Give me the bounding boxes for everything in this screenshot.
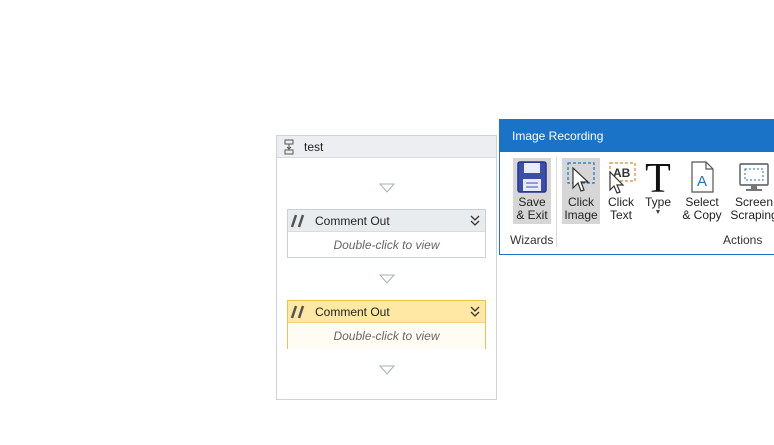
select-copy-icon: A (688, 158, 716, 196)
group-label-wizards: Wizards (510, 233, 554, 247)
click-text-button[interactable]: AB Click Text (603, 158, 639, 224)
floppy-disk-icon (516, 158, 548, 196)
click-image-button[interactable]: Click Image (562, 158, 600, 224)
drop-point-arrow-icon[interactable] (379, 274, 395, 284)
activity-header[interactable]: Comment Out (288, 301, 485, 323)
dropdown-arrow-icon[interactable]: ▼ (655, 209, 662, 217)
click-text-icon: AB (605, 158, 637, 196)
activity-title: Comment Out (315, 213, 390, 228)
click-image-icon (565, 158, 597, 196)
comment-out-icon (290, 304, 310, 320)
sequence-container[interactable]: test Comment Out Double-click to view Co… (276, 135, 497, 400)
drop-point-arrow-icon[interactable] (379, 365, 395, 375)
collapse-chevron-icon[interactable] (469, 304, 481, 318)
sequence-header[interactable]: test (277, 136, 496, 158)
image-recording-ribbon: Image Recording Save & Exit Click Image (499, 119, 774, 255)
activity-title: Comment Out (315, 304, 390, 319)
comment-out-activity[interactable]: Comment Out Double-click to view (287, 209, 486, 258)
group-separator (556, 157, 557, 247)
type-button[interactable]: T Type ▼ (641, 158, 675, 224)
monitor-icon (737, 158, 771, 196)
comment-out-activity-selected[interactable]: Comment Out Double-click to view (287, 300, 486, 349)
group-label-actions: Actions (723, 233, 763, 247)
activity-header[interactable]: Comment Out (288, 210, 485, 232)
svg-text:A: A (697, 173, 707, 190)
sequence-icon (281, 139, 297, 155)
type-t-icon: T (643, 158, 673, 196)
collapse-chevron-icon[interactable] (469, 213, 481, 227)
comment-out-icon (290, 213, 310, 229)
screen-scraping-button[interactable]: Screen Scraping (726, 158, 774, 224)
select-copy-button[interactable]: A Select & Copy (680, 158, 724, 224)
drop-point-arrow-icon[interactable] (379, 183, 395, 193)
activity-body[interactable]: Double-click to view (288, 323, 485, 349)
sequence-title: test (304, 139, 324, 154)
ribbon-title: Image Recording (500, 120, 774, 152)
save-exit-button[interactable]: Save & Exit (513, 158, 551, 224)
activity-body[interactable]: Double-click to view (288, 232, 485, 258)
svg-text:T: T (645, 159, 671, 195)
